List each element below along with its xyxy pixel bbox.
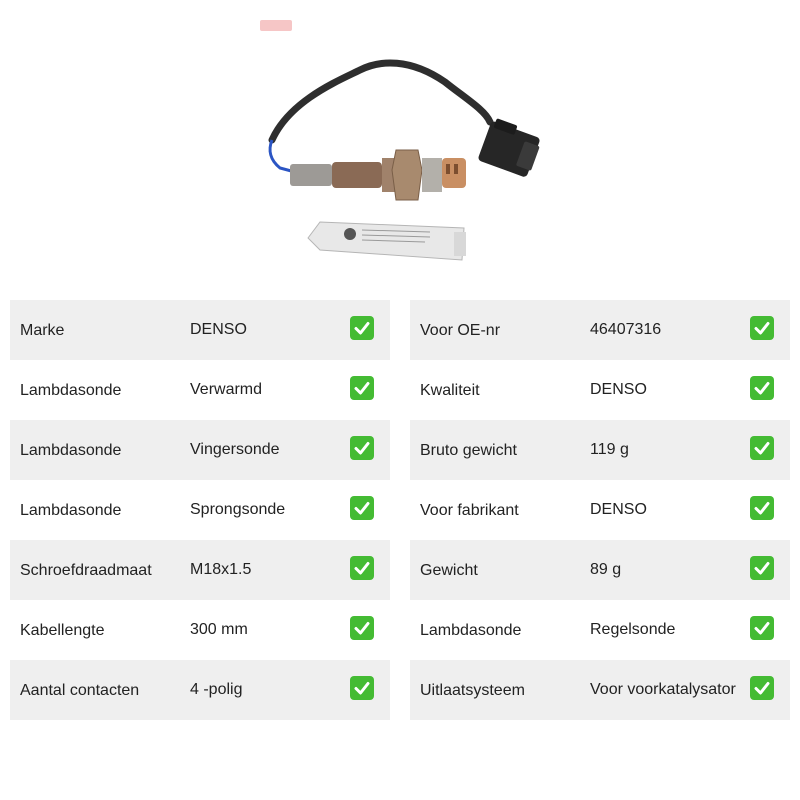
spec-value: DENSO [590, 381, 647, 398]
check-icon [750, 676, 774, 700]
spec-row: Kwaliteit DENSO [410, 360, 790, 420]
spec-value: 89 g [590, 561, 622, 578]
spec-row: Bruto gewicht 119 g [410, 420, 790, 480]
check-icon [350, 616, 374, 640]
spec-table-right: Voor OE-nr 46407316 Kwaliteit DENSO Brut… [410, 300, 790, 720]
spec-row: Aantal contacten 4 -polig [10, 660, 390, 720]
spec-label: Lambdasonde [20, 502, 122, 519]
check-icon [750, 556, 774, 580]
spec-value: 46407316 [590, 321, 662, 338]
spec-value: Voor voorkatalysator [590, 681, 736, 698]
spec-label: Kwaliteit [420, 382, 480, 399]
spec-row: Uitlaatsysteem Voor voorkatalysator [410, 660, 790, 720]
spec-label: Schroefdraadmaat [20, 562, 152, 579]
spec-value: Vingersonde [190, 441, 280, 458]
check-icon [750, 616, 774, 640]
check-icon [750, 376, 774, 400]
check-icon [350, 316, 374, 340]
spec-label: Lambdasonde [20, 442, 122, 459]
spec-label: Voor fabrikant [420, 502, 519, 519]
spec-value: DENSO [190, 321, 247, 338]
spec-label: Aantal contacten [20, 682, 140, 699]
spec-label: Marke [20, 322, 65, 339]
spec-label: Lambdasonde [420, 622, 522, 639]
spec-value: 119 g [590, 441, 629, 458]
check-icon [350, 676, 374, 700]
check-icon [350, 376, 374, 400]
spec-table-left: Marke DENSO Lambdasonde Verwarmd Lambdas… [10, 300, 390, 720]
product-image [268, 59, 540, 261]
spec-label: Voor OE-nr [420, 322, 501, 339]
spec-value: DENSO [590, 501, 647, 518]
check-icon [750, 316, 774, 340]
spec-label: Lambdasonde [20, 382, 122, 399]
spec-row: Lambdasonde Regelsonde [410, 600, 790, 660]
spec-row: Lambdasonde Verwarmd [10, 360, 390, 420]
spec-value: Sprongsonde [190, 501, 286, 518]
spec-row: Schroefdraadmaat M18x1.5 [10, 540, 390, 600]
check-icon [750, 436, 774, 460]
spec-row: Lambdasonde Sprongsonde [10, 480, 390, 540]
spec-value: Verwarmd [190, 381, 263, 398]
check-icon [350, 436, 374, 460]
spec-row: Voor OE-nr 46407316 [410, 300, 790, 360]
spec-row: Voor fabrikant DENSO [410, 480, 790, 540]
spec-value: 4 -polig [190, 681, 243, 698]
spec-value: M18x1.5 [190, 561, 252, 578]
check-icon [750, 496, 774, 520]
check-icon [350, 556, 374, 580]
spec-row: Marke DENSO [10, 300, 390, 360]
spec-label: Gewicht [420, 562, 478, 579]
spec-row: Gewicht 89 g [410, 540, 790, 600]
spec-label: Bruto gewicht [420, 442, 517, 459]
spec-label: Kabellengte [20, 622, 105, 639]
spec-label: Uitlaatsysteem [420, 682, 525, 699]
spec-row: Kabellengte 300 mm [10, 600, 390, 660]
spec-value: 300 mm [190, 621, 248, 638]
check-icon [350, 496, 374, 520]
spec-row: Lambdasonde Vingersonde [10, 420, 390, 480]
spec-value: Regelsonde [590, 621, 676, 638]
